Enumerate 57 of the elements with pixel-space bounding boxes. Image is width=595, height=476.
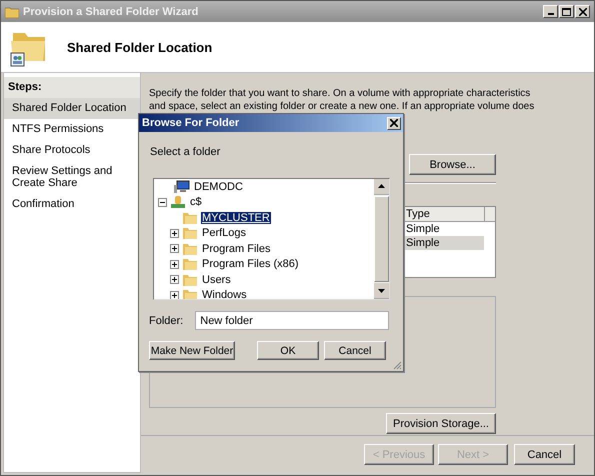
minimize-icon [548, 13, 554, 15]
step-item[interactable]: Confirmation [4, 194, 140, 215]
close-button[interactable] [575, 5, 590, 18]
dialog-title: Browse For Folder [142, 117, 240, 129]
tree-item[interactable]: DEMODC [193, 180, 244, 193]
folder-icon [182, 210, 198, 225]
tree-item[interactable]: Program Files [201, 242, 272, 255]
plus-icon[interactable] [170, 290, 179, 299]
plus-icon[interactable] [170, 275, 179, 284]
folder-label: Folder: [149, 314, 184, 326]
tree-item[interactable]: PerfLogs [201, 227, 248, 240]
maximize-icon [562, 8, 571, 16]
scroll-up-icon [374, 179, 389, 195]
drive-icon [170, 195, 186, 210]
tree-item[interactable]: Program Files (x86) [201, 258, 300, 270]
step-item[interactable]: Review Settings and Create Share [4, 161, 140, 194]
dialog-button[interactable]: OK [257, 341, 319, 360]
folder-input[interactable]: New folder [195, 311, 390, 330]
close-button[interactable] [387, 116, 401, 130]
folder-icon [5, 6, 19, 18]
minus-icon[interactable] [158, 198, 167, 207]
tree-item[interactable]: Windows [201, 289, 248, 299]
folder-icon [182, 226, 198, 240]
window-title: Provision a Shared Folder Wizard [23, 6, 200, 18]
provision-storage-button[interactable]: Provision Storage... [386, 413, 496, 434]
folder-icon [182, 272, 198, 287]
tree-item[interactable]: Users [201, 274, 232, 286]
browse-button[interactable]: Browse... [409, 154, 496, 175]
page-title: Shared Folder Location [67, 40, 212, 54]
plus-icon[interactable] [170, 260, 179, 269]
table-row[interactable]: Simple [404, 222, 484, 236]
prompt-text: Select a folder [150, 146, 222, 158]
scrollbar[interactable] [374, 179, 389, 299]
close-icon [578, 8, 586, 16]
plus-icon[interactable] [170, 228, 179, 238]
dialog-button[interactable]: Make New Folder [149, 341, 235, 360]
maximize-button[interactable] [559, 5, 574, 18]
tree-item[interactable]: c$ [189, 196, 203, 208]
plus-icon[interactable] [170, 244, 179, 254]
folder-icon [182, 242, 198, 256]
step-item[interactable]: NTFS Permissions [4, 119, 140, 140]
steps-heading: Steps: [4, 77, 140, 98]
folder-icon [182, 288, 198, 299]
description-text: Specify the folder that you want to share. On a volume with appropriate characteristics and space, select an existing folder or create a new one. If an appropriate volume does [149, 87, 536, 113]
minimize-button[interactable] [543, 5, 558, 18]
scroll-thumb[interactable] [374, 196, 389, 282]
dialog-button[interactable]: Cancel [324, 341, 386, 360]
tree-item[interactable]: MYCLUSTER [201, 212, 271, 224]
column-header[interactable]: Type [404, 207, 485, 222]
nav-button[interactable]: Cancel [514, 444, 575, 465]
table-row[interactable]: Simple [404, 236, 484, 250]
scroll-down-icon [374, 283, 389, 299]
resize-grip-icon [392, 360, 402, 370]
step-item[interactable]: Share Protocols [4, 140, 140, 161]
folder-icon [182, 257, 198, 272]
close-icon [390, 119, 398, 127]
step-item[interactable]: Shared Folder Location [4, 98, 140, 119]
